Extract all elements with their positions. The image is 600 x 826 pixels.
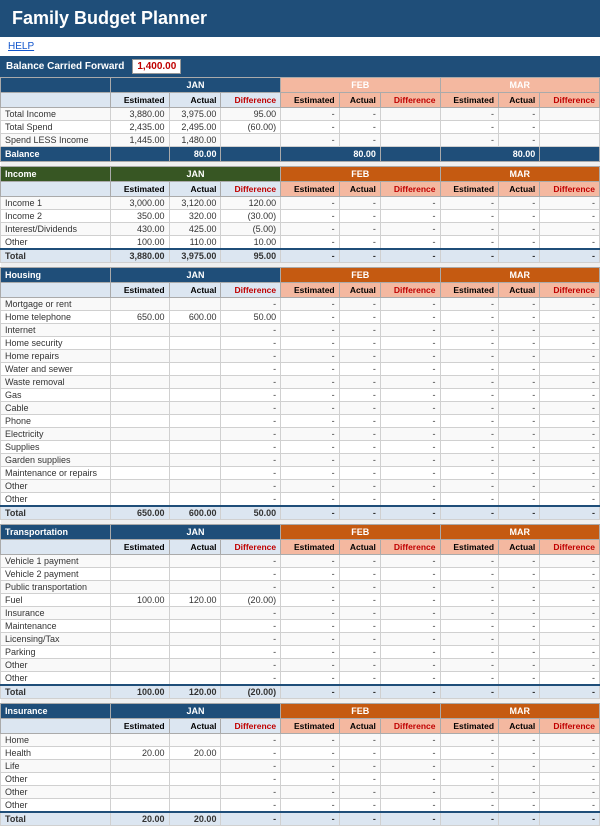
housing-row: Garden supplies - - - - - - - xyxy=(1,454,600,467)
insurance-row: Life - - - - - - - xyxy=(1,760,600,773)
housing-section-label: Housing xyxy=(1,268,111,283)
mar-header: MAR xyxy=(440,78,600,93)
housing-row: Waste removal - - - - - - - xyxy=(1,376,600,389)
housing-row: Gas - - - - - - - xyxy=(1,389,600,402)
income-total-row: Total 3,880.00 3,975.00 95.00 - - - - - … xyxy=(1,249,600,263)
jan-est-header: Estimated xyxy=(111,93,170,108)
summary-row: Total Income 3,880.00 3,975.00 95.00 - -… xyxy=(1,108,600,121)
insurance-col-headers: Estimated Actual Difference Estimated Ac… xyxy=(1,719,600,734)
jan-act-header: Actual xyxy=(169,93,221,108)
feb-diff-header: Difference xyxy=(380,93,440,108)
housing-row: Maintenance or repairs - - - - - - - xyxy=(1,467,600,480)
insurance-row: Other - - - - - - - xyxy=(1,773,600,786)
transport-month-header: Transportation JAN FEB MAR xyxy=(1,525,600,540)
transport-row: Insurance - - - - - - - xyxy=(1,607,600,620)
insurance-row: Home - - - - - - - xyxy=(1,734,600,747)
housing-row: Cable - - - - - - - xyxy=(1,402,600,415)
housing-row: Other - - - - - - - xyxy=(1,493,600,507)
help-link[interactable]: HELP xyxy=(0,37,600,56)
housing-row: Home repairs - - - - - - - xyxy=(1,350,600,363)
insurance-row: Health 20.00 20.00 - - - - - - - xyxy=(1,747,600,760)
transport-row: Licensing/Tax - - - - - - - xyxy=(1,633,600,646)
mar-diff-header: Difference xyxy=(540,93,600,108)
transport-row: Other - - - - - - - xyxy=(1,659,600,672)
insurance-row: Other - - - - - - - xyxy=(1,799,600,813)
income-col-headers: Estimated Actual Difference Estimated Ac… xyxy=(1,182,600,197)
summary-col-headers: Estimated Actual Difference Estimated Ac… xyxy=(1,93,600,108)
balance-carried-label: Balance Carried Forward xyxy=(6,61,124,72)
transport-row: Fuel 100.00 120.00 (20.00) - - - - - - xyxy=(1,594,600,607)
balance-row: Balance 80.00 80.00 80.00 xyxy=(1,147,600,162)
transport-row: Parking - - - - - - - xyxy=(1,646,600,659)
income-row: Interest/Dividends 430.00 425.00 (5.00) … xyxy=(1,223,600,236)
housing-col-headers: Estimated Actual Difference Estimated Ac… xyxy=(1,283,600,298)
transport-section-label: Transportation xyxy=(1,525,111,540)
feb-header: FEB xyxy=(281,78,440,93)
housing-row: Home security - - - - - - - xyxy=(1,337,600,350)
housing-row: Water and sewer - - - - - - - xyxy=(1,363,600,376)
mar-est-header: Estimated xyxy=(440,93,499,108)
balance-carried-value[interactable]: 1,400.00 xyxy=(132,59,181,74)
housing-row: Home telephone 650.00 600.00 50.00 - - -… xyxy=(1,311,600,324)
feb-est-header: Estimated xyxy=(281,93,340,108)
housing-total-row: Total 650.00 600.00 50.00 - - - - - - xyxy=(1,506,600,520)
transport-row: Vehicle 1 payment - - - - - - - xyxy=(1,555,600,568)
housing-row: Phone - - - - - - - xyxy=(1,415,600,428)
housing-row: Internet - - - - - - - xyxy=(1,324,600,337)
income-jan-col: JAN xyxy=(111,167,281,182)
transport-row: Other - - - - - - - xyxy=(1,672,600,686)
insurance-row: Other - - - - - - - xyxy=(1,786,600,799)
housing-month-header: Housing JAN FEB MAR xyxy=(1,268,600,283)
summary-row: Total Spend 2,435.00 2,495.00 (60.00) - … xyxy=(1,121,600,134)
housing-row: Other - - - - - - - xyxy=(1,480,600,493)
transport-row: Public transportation - - - - - - - xyxy=(1,581,600,594)
balance-carried-row: Balance Carried Forward 1,400.00 xyxy=(0,56,600,77)
income-row: Income 1 3,000.00 3,120.00 120.00 - - - … xyxy=(1,197,600,210)
transport-row: Vehicle 2 payment - - - - - - - xyxy=(1,568,600,581)
insurance-month-header: Insurance JAN FEB MAR xyxy=(1,704,600,719)
income-row: Income 2 350.00 320.00 (30.00) - - - - -… xyxy=(1,210,600,223)
housing-row: Supplies - - - - - - - xyxy=(1,441,600,454)
housing-row: Electricity - - - - - - - xyxy=(1,428,600,441)
page-title: Family Budget Planner xyxy=(12,8,207,28)
budget-table: JAN FEB MAR Estimated Actual Difference … xyxy=(0,77,600,826)
summary-row: Spend LESS Income 1,445.00 1,480.00 - - … xyxy=(1,134,600,147)
jan-diff-header: Difference xyxy=(221,93,281,108)
transport-col-headers: Estimated Actual Difference Estimated Ac… xyxy=(1,540,600,555)
app-header: Family Budget Planner HELP xyxy=(0,0,600,56)
housing-row: Mortgage or rent - - - - - - - xyxy=(1,298,600,311)
income-section-label: Income xyxy=(1,167,111,182)
transport-row: Maintenance - - - - - - - xyxy=(1,620,600,633)
transport-total-row: Total 100.00 120.00 (20.00) - - - - - - xyxy=(1,685,600,699)
insurance-section-label: Insurance xyxy=(1,704,111,719)
summary-month-header: JAN FEB MAR xyxy=(1,78,600,93)
income-row: Other 100.00 110.00 10.00 - - - - - - xyxy=(1,236,600,250)
jan-header: JAN xyxy=(111,78,281,93)
feb-act-header: Actual xyxy=(339,93,380,108)
mar-act-header: Actual xyxy=(499,93,540,108)
insurance-total-row: Total 20.00 20.00 - - - - - - - xyxy=(1,812,600,826)
income-month-header: Income JAN FEB MAR xyxy=(1,167,600,182)
